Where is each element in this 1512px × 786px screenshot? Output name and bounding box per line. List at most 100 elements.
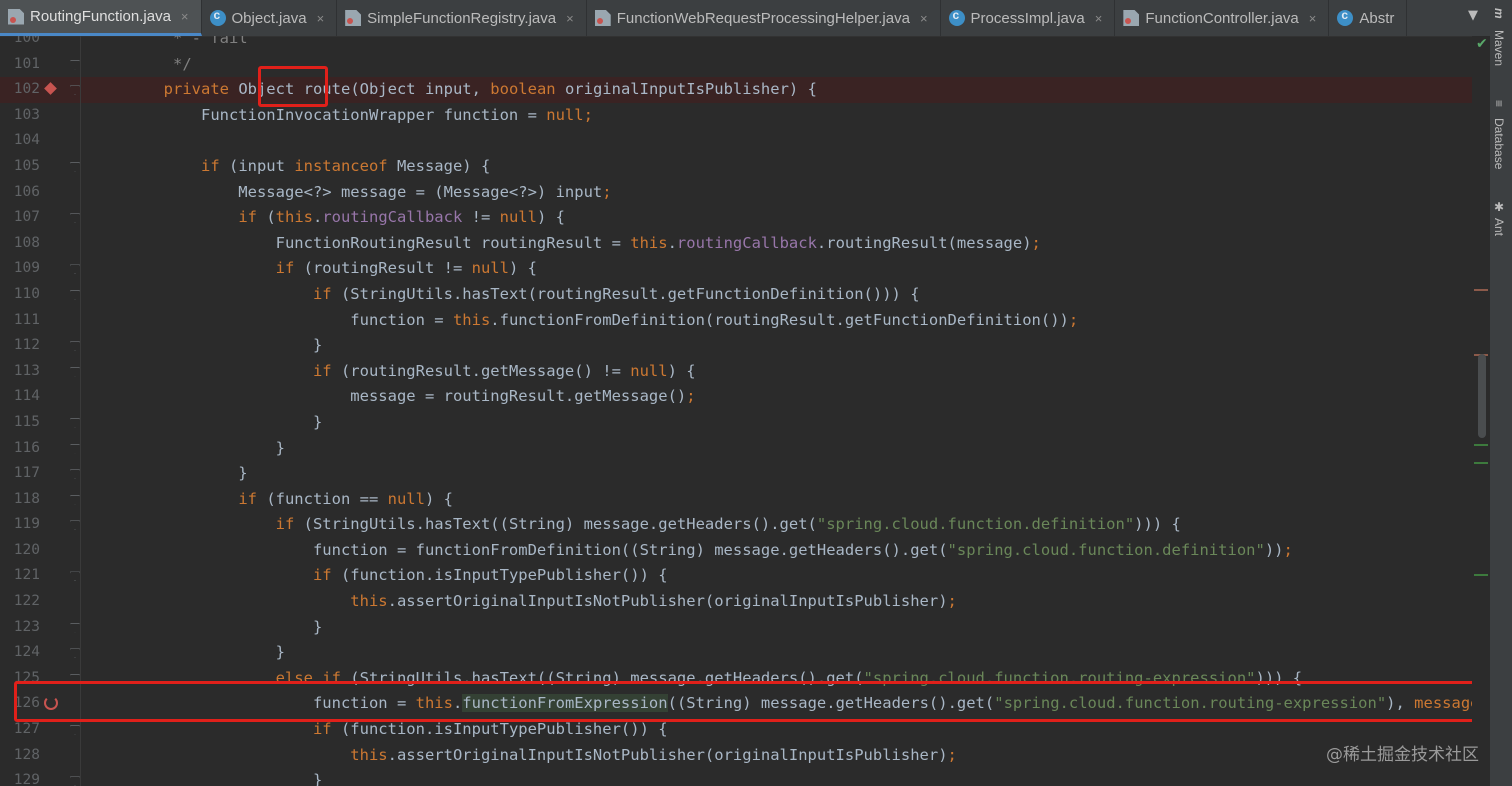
line-number[interactable]: 119 — [0, 512, 40, 538]
gutter[interactable] — [40, 282, 80, 308]
maven-icon[interactable]: m — [1492, 8, 1506, 19]
line-number[interactable]: 113 — [0, 359, 40, 385]
code-line[interactable]: 116 } — [0, 435, 1490, 462]
inspection-ok-check-icon[interactable]: ✔ — [1476, 36, 1488, 52]
code-line[interactable]: 114 message = routingResult.getMessage()… — [0, 384, 1490, 410]
line-number[interactable]: 105 — [0, 154, 40, 180]
line-number[interactable]: 129 — [0, 768, 40, 786]
line-number[interactable]: 111 — [0, 308, 40, 334]
code-line[interactable]: 111 function = this.functionFromDefiniti… — [0, 307, 1490, 334]
line-number[interactable]: 112 — [0, 333, 40, 359]
gutter[interactable] — [40, 128, 80, 154]
fold-marker-icon[interactable] — [70, 443, 80, 454]
gutter[interactable] — [40, 256, 80, 282]
tab-overflow-chevron-icon[interactable]: ▼ — [1468, 8, 1478, 23]
breakpoint-icon[interactable] — [44, 82, 57, 96]
gutter[interactable] — [40, 743, 80, 769]
close-tab-icon[interactable]: × — [1309, 11, 1317, 26]
code-line[interactable]: 101 */ — [0, 51, 1490, 78]
code-line[interactable]: 124 } — [0, 640, 1490, 666]
line-number[interactable]: 102 — [0, 77, 40, 103]
line-number[interactable]: 120 — [0, 538, 40, 564]
fold-marker-icon[interactable] — [70, 289, 80, 300]
tab-routingfunction-java[interactable]: RoutingFunction.java × — [0, 0, 202, 36]
gutter[interactable] — [40, 436, 80, 462]
line-number[interactable]: 110 — [0, 282, 40, 308]
code-line[interactable]: 108 FunctionRoutingResult routingResult … — [0, 230, 1490, 257]
code-line[interactable]: 113 if (routingResult.getMessage() != nu… — [0, 358, 1490, 385]
fold-marker-icon[interactable] — [70, 341, 80, 352]
gutter[interactable] — [40, 410, 80, 436]
fold-marker-icon[interactable] — [70, 161, 80, 172]
fold-marker-icon[interactable] — [70, 264, 80, 275]
gutter[interactable] — [40, 333, 80, 359]
gutter[interactable] — [40, 615, 80, 641]
gutter[interactable] — [40, 384, 80, 410]
code-line[interactable]: 110 if (StringUtils.hasText(routingResul… — [0, 281, 1490, 308]
code-line[interactable]: 104 — [0, 128, 1490, 154]
code-line[interactable]: 117 } — [0, 461, 1490, 487]
gutter[interactable] — [40, 359, 80, 385]
line-number[interactable]: 117 — [0, 461, 40, 487]
code-line[interactable]: 107 if (this.routingCallback != null) { — [0, 205, 1490, 231]
code-line[interactable]: 128 this.assertOriginalInputIsNotPublish… — [0, 742, 1490, 769]
code-line[interactable]: 112 } — [0, 333, 1490, 359]
gutter[interactable] — [40, 589, 80, 615]
fold-marker-icon[interactable] — [70, 622, 80, 633]
code-line[interactable]: 106 Message<?> message = (Message<?>) in… — [0, 179, 1490, 206]
code-line[interactable]: 129 } — [0, 768, 1490, 786]
close-tab-icon[interactable]: × — [920, 11, 928, 26]
line-number[interactable]: 106 — [0, 180, 40, 206]
line-number[interactable]: 104 — [0, 128, 40, 154]
fold-marker-icon[interactable] — [70, 366, 80, 377]
gutter[interactable] — [40, 231, 80, 257]
gutter[interactable] — [40, 487, 80, 513]
gutter[interactable] — [40, 563, 80, 589]
line-number[interactable]: 109 — [0, 256, 40, 282]
line-number[interactable]: 123 — [0, 615, 40, 641]
line-number[interactable]: 121 — [0, 563, 40, 589]
line-number[interactable]: 115 — [0, 410, 40, 436]
gutter[interactable] — [40, 154, 80, 180]
editor-scrollbar[interactable] — [1472, 36, 1490, 786]
code-line[interactable]: 120 function = functionFromDefinition((S… — [0, 537, 1490, 564]
tab-object-java[interactable]: Object.java × — [202, 0, 338, 36]
line-number[interactable]: 118 — [0, 487, 40, 513]
line-number[interactable]: 116 — [0, 436, 40, 462]
fold-marker-icon[interactable] — [70, 571, 80, 582]
fold-marker-icon[interactable] — [70, 469, 80, 480]
fold-marker-icon[interactable] — [70, 648, 80, 659]
fold-marker-icon[interactable] — [70, 417, 80, 428]
code-line[interactable]: 123 } — [0, 614, 1490, 641]
code-line[interactable]: 100 * - fail — [0, 36, 1490, 52]
gutter[interactable] — [40, 512, 80, 538]
tool-window-database[interactable]: Database — [1492, 118, 1506, 169]
fold-marker-icon[interactable] — [70, 59, 80, 70]
line-number[interactable]: 108 — [0, 231, 40, 257]
tab-functioncontroller-java[interactable]: FunctionController.java × — [1115, 0, 1330, 36]
code-line[interactable]: 102 private Object route(Object input, b… — [0, 77, 1490, 103]
tool-window-ant[interactable]: Ant — [1492, 218, 1506, 236]
gutter[interactable] — [40, 308, 80, 334]
code-line[interactable]: 103 FunctionInvocationWrapper function =… — [0, 102, 1490, 129]
gutter[interactable] — [40, 77, 80, 103]
tab-simplefunctionregistry-java[interactable]: SimpleFunctionRegistry.java × — [337, 0, 587, 36]
fold-marker-icon[interactable] — [70, 520, 80, 531]
tool-window-maven[interactable]: Maven — [1492, 30, 1506, 66]
fold-marker-icon[interactable] — [70, 85, 80, 96]
gutter[interactable] — [40, 768, 80, 786]
line-number[interactable]: 124 — [0, 640, 40, 666]
fold-marker-icon[interactable] — [70, 725, 80, 736]
code-line[interactable]: 121 if (function.isInputTypePublisher())… — [0, 563, 1490, 590]
close-tab-icon[interactable]: × — [181, 9, 189, 24]
code-line[interactable]: 115 } — [0, 409, 1490, 436]
code-line[interactable]: 109 if (routingResult != null) { — [0, 256, 1490, 282]
code-editor[interactable]: 100 * - fail 101 */102 private Object rou… — [0, 36, 1490, 786]
line-number[interactable]: 122 — [0, 589, 40, 615]
ant-icon[interactable]: ✱ — [1492, 200, 1506, 214]
line-number[interactable]: 101 — [0, 52, 40, 78]
gutter[interactable] — [40, 103, 80, 129]
fold-marker-icon[interactable] — [70, 213, 80, 224]
close-tab-icon[interactable]: × — [317, 11, 325, 26]
fold-marker-icon[interactable] — [70, 494, 80, 505]
